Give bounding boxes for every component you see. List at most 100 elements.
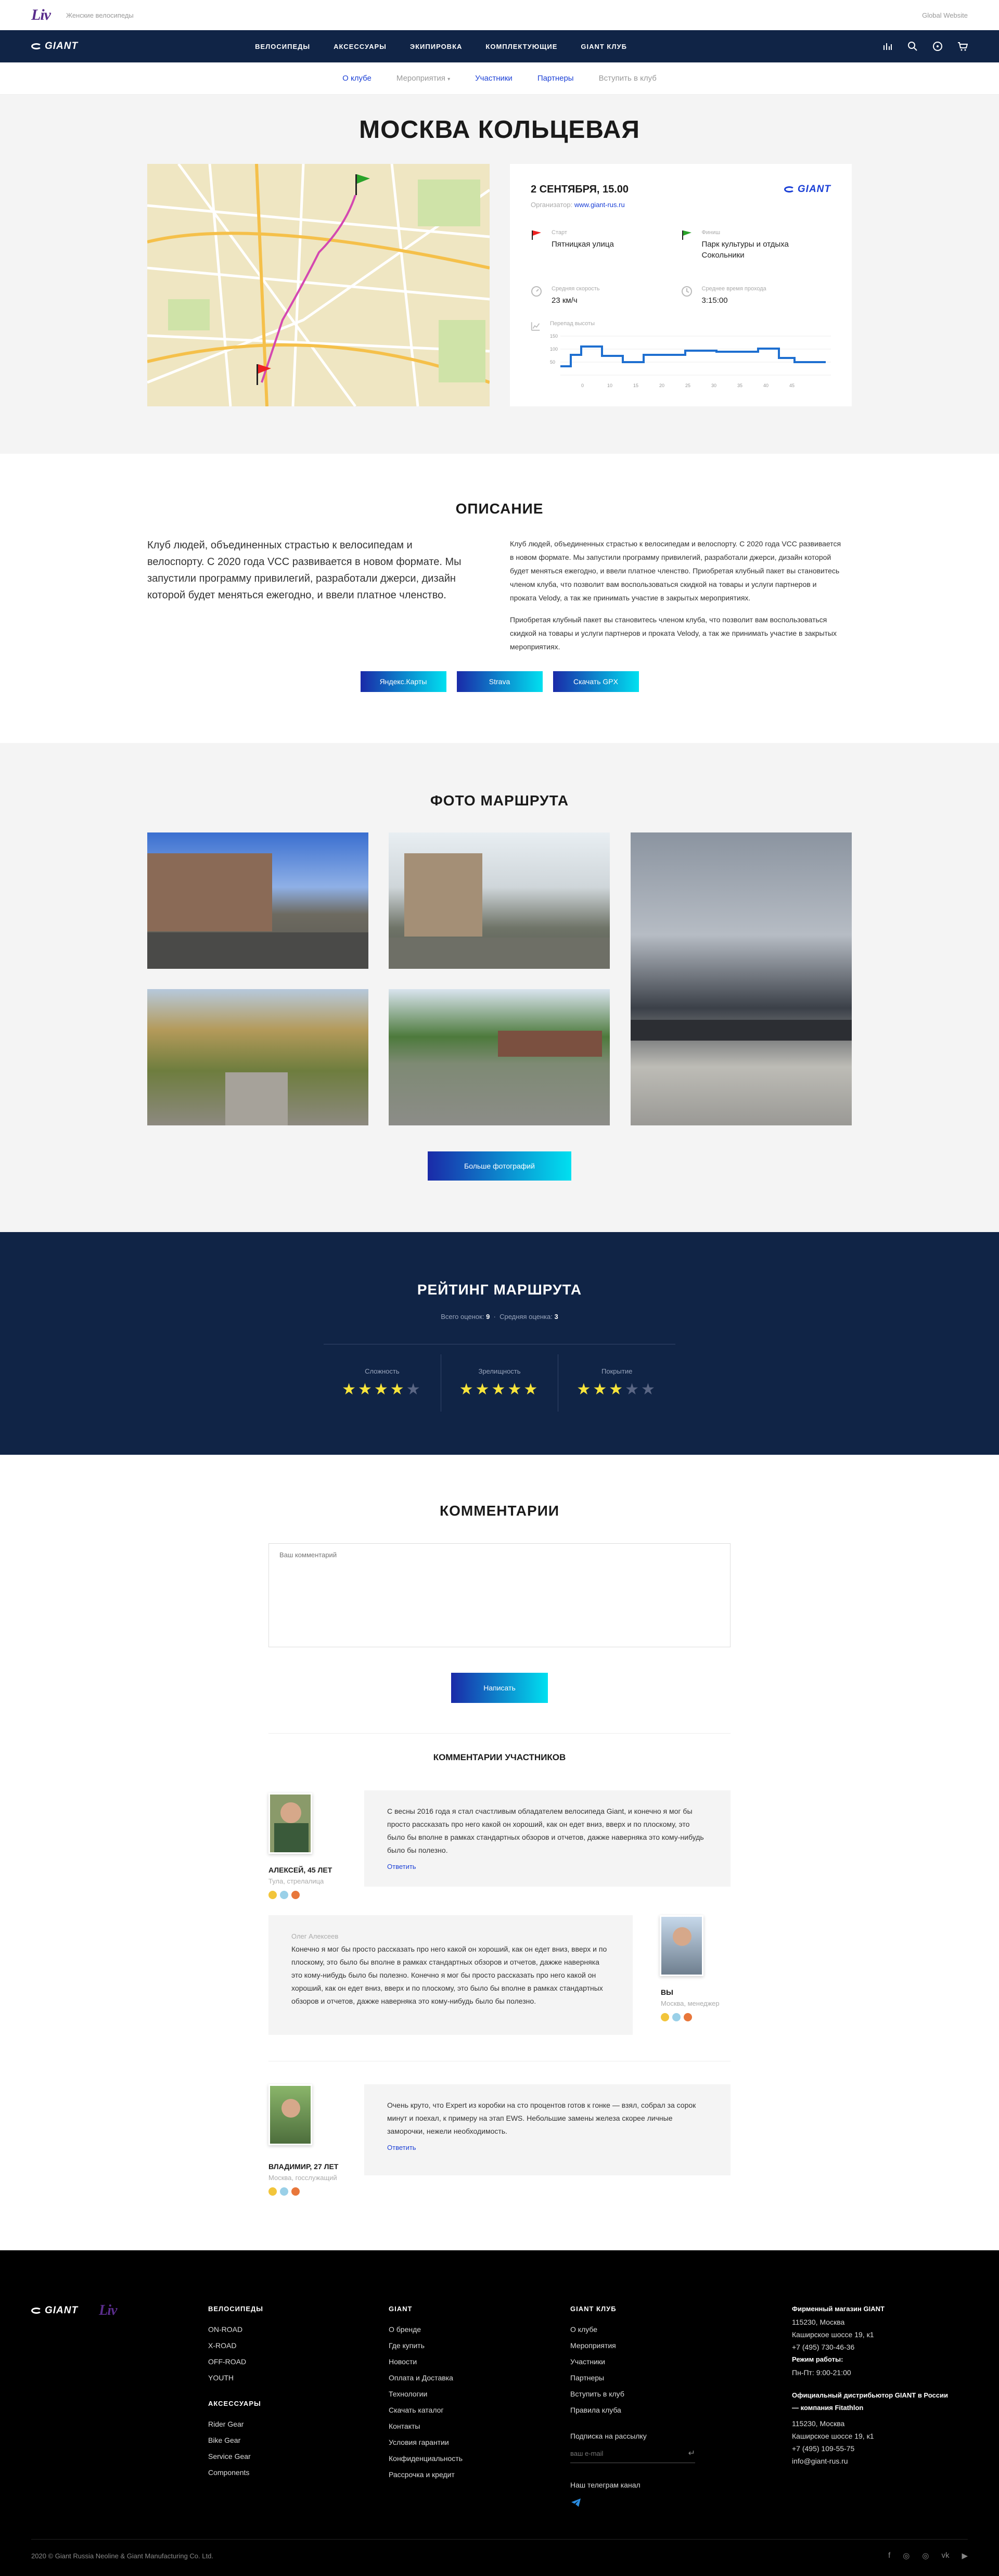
youtube-icon[interactable]: ▶ [962,2551,968,2560]
instagram-liv-icon[interactable]: ◎ [922,2551,929,2560]
yandex-maps-button[interactable]: Яндекс.Карты [360,671,446,692]
star-icon[interactable]: ★ [459,1381,476,1398]
nav-item-giant-club[interactable]: GIANT КЛУБ [581,43,650,50]
star-icon[interactable]: ★ [492,1381,508,1398]
footer-link[interactable]: Мероприятия [570,2341,695,2350]
distributor-phone[interactable]: +7 (495) 109-55-75 [792,2444,948,2453]
footer-heading: ВЕЛОСИПЕДЫ [208,2305,264,2313]
star-icon[interactable]: ★ [523,1381,540,1398]
footer-link[interactable]: Вступить в клуб [570,2390,695,2398]
footer-link[interactable]: YOUTH [208,2374,263,2382]
global-website-link[interactable]: Global Website [922,11,968,19]
route-photo[interactable] [147,832,368,969]
liv-sub-brand-link[interactable]: Женские велосипеды [66,11,134,19]
route-photo[interactable] [389,989,610,1125]
shop-phone[interactable]: +7 (495) 730-46-36 [792,2343,948,2351]
footer-link[interactable]: Bike Gear [208,2436,263,2444]
star-icon[interactable]: ★ [390,1381,406,1398]
elev-x-tick: 45 [789,383,795,388]
star-icon[interactable]: ★ [406,1381,422,1398]
search-icon[interactable] [907,41,918,52]
footer-link[interactable]: Components [208,2468,263,2477]
strava-button[interactable]: Strava [456,671,543,692]
footer-link[interactable]: Рассрочка и кредит [389,2470,463,2479]
rating-criterion: Покрытие ★★★★★ [558,1354,675,1412]
footer-link[interactable]: Скачать каталог [389,2406,463,2414]
footer-link[interactable]: О клубе [570,2325,695,2334]
subnav-events[interactable]: Мероприятия ▾ [396,74,450,83]
route-map[interactable] [147,164,490,406]
footer-link[interactable]: Rider Gear [208,2420,263,2428]
nav-item-accessories[interactable]: АКСЕССУАРЫ [334,43,410,50]
star-rating[interactable]: ★★★★★ [558,1380,675,1399]
comment-input[interactable] [268,1543,731,1647]
facebook-icon[interactable]: f [888,2551,890,2560]
footer-link[interactable]: OFF-ROAD [208,2357,263,2366]
footer-link[interactable]: Новости [389,2357,463,2366]
subscribe-email-input[interactable] [570,2448,674,2458]
footer-link[interactable]: X-ROAD [208,2341,263,2350]
giant-logo[interactable]: GIANT [31,41,78,52]
cart-icon[interactable] [957,41,968,52]
liv-logo-footer[interactable]: Liv [99,2302,117,2319]
vk-icon[interactable]: vk [941,2551,949,2560]
download-gpx-button[interactable]: Скачать GPX [553,671,639,692]
commenter-name: АЛЕКСЕЙ, 45 ЛЕТ [268,1866,332,1874]
subnav-members[interactable]: Участники [475,74,513,83]
commenter-location: Москва, госслужащий [268,2174,337,2182]
comment-bubble: Очень круто, что Expert из коробки на ст… [364,2084,731,2175]
reply-link[interactable]: Ответить [387,1860,708,1873]
star-icon[interactable]: ★ [577,1381,593,1398]
avg-value: 3 [554,1313,558,1321]
more-photos-button[interactable]: Больше фотографий [428,1151,571,1181]
submit-comment-button[interactable]: Написать [451,1673,548,1703]
footer-link[interactable]: Правила клуба [570,2406,695,2414]
nav-item-components[interactable]: КОМПЛЕКТУЮЩИЕ [485,43,581,50]
star-icon[interactable]: ★ [641,1381,657,1398]
star-rating[interactable]: ★★★★★ [324,1380,441,1399]
telegram-icon[interactable] [570,2497,582,2508]
location-icon[interactable] [932,41,943,52]
giant-logo-footer[interactable]: GIANT [31,2305,78,2316]
footer-link[interactable]: Партнеры [570,2374,695,2382]
badge-icon [291,2187,300,2196]
footer-link[interactable]: Конфиденциальность [389,2454,463,2463]
footer-link[interactable]: Участники [570,2357,695,2366]
star-icon[interactable]: ★ [374,1381,390,1398]
footer-link[interactable]: Контакты [389,2422,463,2430]
submit-arrow-icon[interactable]: ↵ [688,2448,695,2458]
star-icon[interactable]: ★ [609,1381,625,1398]
route-photo[interactable] [389,832,610,969]
compare-icon[interactable] [882,41,893,52]
quoted-author: Олег Алексеев [291,1932,339,1940]
star-icon[interactable]: ★ [342,1381,358,1398]
nav-item-apparel[interactable]: ЭКИПИРОВКА [410,43,486,50]
footer-link[interactable]: Оплата и Доставка [389,2374,463,2382]
route-photo[interactable] [147,989,368,1125]
reply-link[interactable]: Ответить [387,2141,708,2154]
subnav-join[interactable]: Вступить в клуб [599,74,657,83]
footer-link[interactable]: О бренде [389,2325,463,2334]
footer-link[interactable]: Service Gear [208,2452,263,2460]
elevation-icon [531,322,540,331]
distributor-email[interactable]: info@giant-rus.ru [792,2457,948,2465]
subnav-about[interactable]: О клубе [342,74,372,83]
star-icon[interactable]: ★ [358,1381,374,1398]
route-photo[interactable] [631,832,852,1125]
achievement-badges [661,2013,692,2021]
footer-link[interactable]: Условия гарантии [389,2438,463,2446]
organizer-link[interactable]: www.giant-rus.ru [574,201,625,209]
star-icon[interactable]: ★ [625,1381,641,1398]
participants-comments-title: КОММЕНТАРИИ УЧАСТНИКОВ [433,1752,566,1762]
footer-link[interactable]: Технологии [389,2390,463,2398]
liv-logo[interactable]: Liv [31,6,51,24]
star-icon[interactable]: ★ [476,1381,492,1398]
subnav-partners[interactable]: Партнеры [537,74,574,83]
star-icon[interactable]: ★ [507,1381,523,1398]
star-icon[interactable]: ★ [593,1381,609,1398]
nav-item-bikes[interactable]: ВЕЛОСИПЕДЫ [255,43,334,50]
footer-link[interactable]: ON-ROAD [208,2325,263,2334]
instagram-icon[interactable]: ◎ [903,2551,910,2560]
footer-link[interactable]: Где купить [389,2341,463,2350]
star-rating[interactable]: ★★★★★ [441,1380,558,1399]
